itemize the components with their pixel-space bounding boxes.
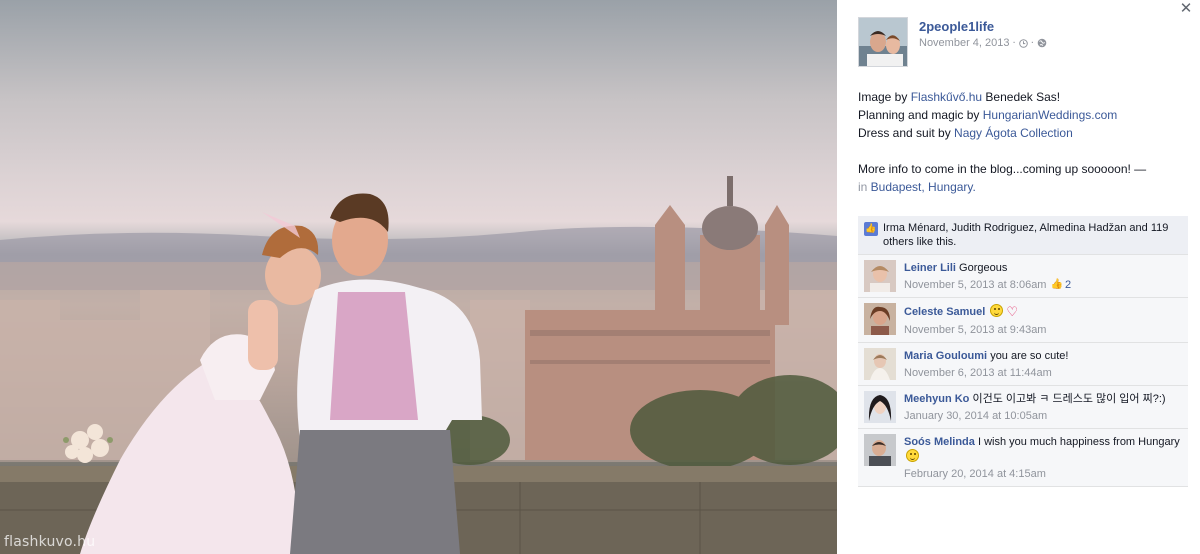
commenter-name[interactable]: Leiner Lili — [904, 262, 956, 274]
commenter-avatar[interactable] — [864, 303, 896, 335]
comment-item: Celeste Samuel ♡ November 5, 2013 at 9:4… — [858, 298, 1188, 343]
globe-icon[interactable] — [1037, 38, 1047, 48]
separator-dot: · — [1030, 37, 1034, 49]
comment-item: Leiner Lili Gorgeous November 5, 2013 at… — [858, 255, 1188, 298]
flashkuvo-link[interactable]: Flashkűvő.hu — [911, 90, 982, 104]
like-icon: 👍 — [1050, 279, 1063, 290]
clock-icon — [1018, 38, 1028, 48]
commenter-avatar[interactable] — [864, 391, 896, 423]
smile-emoji-icon — [990, 304, 1004, 317]
commenter-avatar[interactable] — [864, 434, 896, 466]
photo-watermark: flashkuvo.hu — [4, 534, 96, 550]
thumbs-up-icon: 👍 — [864, 222, 878, 236]
likes-summary: 👍 Irma Ménard, Judith Rodriguez, Almedin… — [858, 216, 1188, 255]
comment-item: Meehyun Ko 이건도 이고봐 ㅋ 드레스도 많이 입어 찌?:) Jan… — [858, 386, 1188, 429]
comment-text: you are so cute! — [990, 350, 1069, 362]
caption-text: More info to come in the blog...coming u… — [858, 162, 1147, 176]
post-caption: Image by Flashkűvő.hu Benedek Sas! Plann… — [858, 88, 1188, 196]
comments-section: 👍 Irma Ménard, Judith Rodriguez, Almedin… — [858, 216, 1188, 487]
comment-timestamp[interactable]: November 5, 2013 at 8:06am — [904, 278, 1046, 292]
post-meta: November 4, 2013 · · — [919, 37, 1047, 49]
location-link[interactable]: Budapest, Hungary. — [867, 180, 976, 194]
clock-icon: · — [1012, 37, 1016, 49]
hungarianweddings-link[interactable]: HungarianWeddings.com — [983, 108, 1118, 122]
post-photo[interactable]: flashkuvo.hu — [0, 0, 837, 554]
caption-text: Benedek Sas! — [982, 90, 1061, 104]
post-sidebar: ✕ 2people1life November 4, 2013 · · Imag… — [837, 0, 1200, 554]
comment-text: I wish you much happiness from Hungary — [977, 436, 1180, 448]
comment-item: Soós Melinda I wish you much happiness f… — [858, 429, 1188, 487]
post-header: 2people1life November 4, 2013 · · — [858, 17, 1047, 67]
comment-timestamp[interactable]: February 20, 2014 at 4:15am — [904, 467, 1046, 481]
caption-text: Planning and magic by — [858, 108, 983, 122]
in-label: in — [858, 180, 868, 194]
photo-illustration — [0, 176, 837, 554]
commenter-name[interactable]: Celeste Samuel — [904, 306, 985, 318]
commenter-avatar[interactable] — [864, 348, 896, 380]
smile-emoji-icon — [906, 449, 919, 462]
caption-text: Dress and suit by — [858, 126, 955, 140]
comment-text: 이건도 이고봐 ㅋ 드레스도 많이 입어 찌?:) — [972, 393, 1166, 405]
comment-text: Gorgeous — [959, 262, 1008, 274]
nagy-agota-link[interactable]: Nagy Ágota Collection — [954, 126, 1073, 140]
commenter-name[interactable]: Meehyun Ko — [904, 393, 969, 405]
comment-item: Maria Gouloumi you are so cute! November… — [858, 343, 1188, 386]
heart-icon: ♡ — [1006, 305, 1019, 320]
likes-text[interactable]: Irma Ménard, Judith Rodriguez, Almedina … — [883, 221, 1182, 249]
close-icon[interactable]: ✕ — [1178, 0, 1194, 16]
comment-like-count[interactable]: 👍 2 — [1050, 278, 1071, 292]
commenter-avatar[interactable] — [864, 260, 896, 292]
caption-text: Image by — [858, 90, 911, 104]
comment-timestamp[interactable]: November 5, 2013 at 9:43am — [904, 323, 1046, 337]
page-name-link[interactable]: 2people1life — [919, 19, 1047, 34]
comment-timestamp[interactable]: January 30, 2014 at 10:05am — [904, 409, 1047, 423]
like-count: 2 — [1064, 279, 1072, 291]
page-avatar[interactable] — [858, 17, 908, 67]
commenter-name[interactable]: Soós Melinda — [904, 436, 975, 448]
post-date[interactable]: November 4, 2013 — [919, 37, 1010, 49]
commenter-name[interactable]: Maria Gouloumi — [904, 350, 987, 362]
comment-timestamp[interactable]: November 6, 2013 at 11:44am — [904, 366, 1052, 380]
